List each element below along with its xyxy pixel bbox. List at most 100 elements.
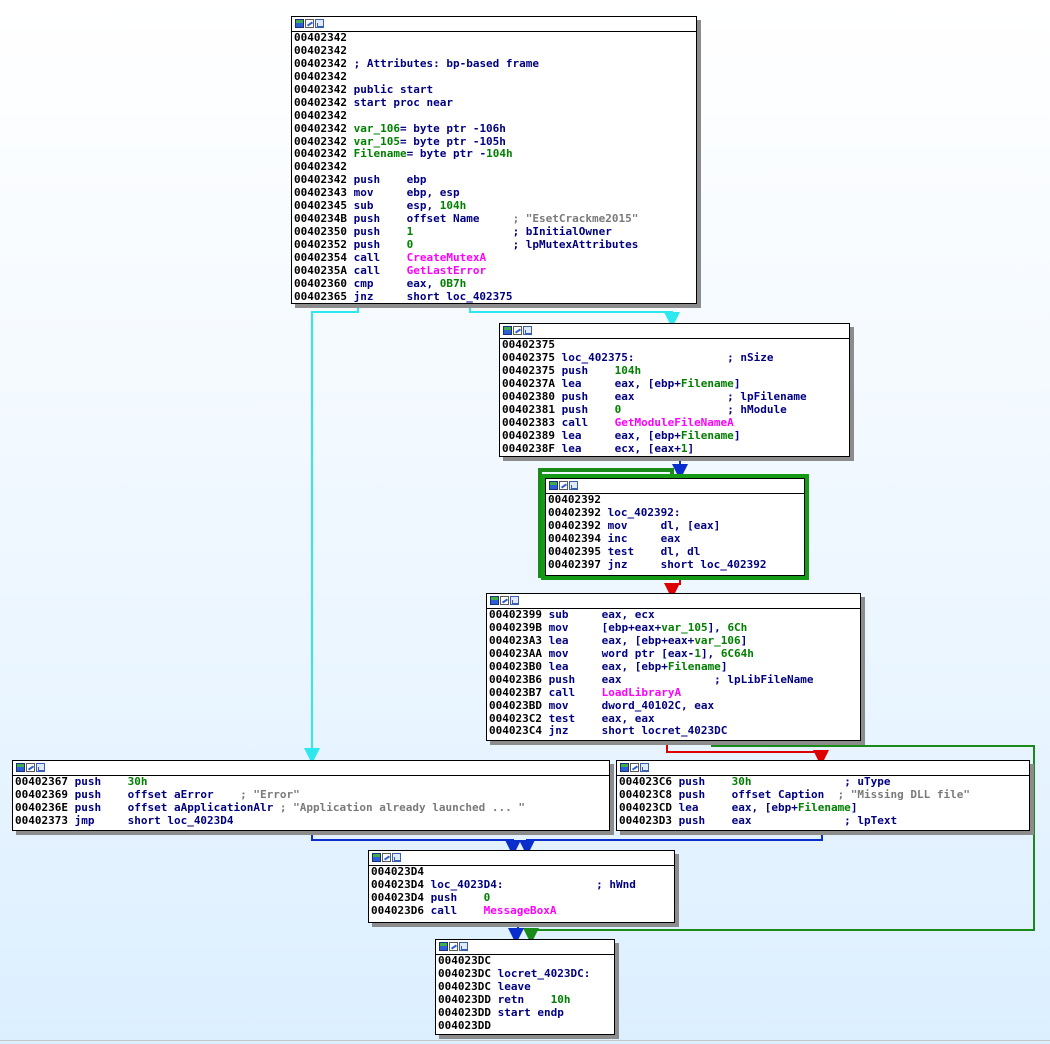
edit-node-icon[interactable]	[500, 596, 509, 605]
graph-overview-icon[interactable]	[372, 853, 381, 862]
asm-address[interactable]: 004023DD	[438, 993, 491, 1006]
asm-address[interactable]: 004023D4	[371, 891, 424, 904]
asm-address[interactable]: 00402342	[294, 147, 347, 160]
graph-overview-icon[interactable]	[295, 19, 304, 28]
asm-line[interactable]: 00402365 jnz short loc_402375	[294, 290, 696, 304]
asm-line[interactable]: 00402342 start proc near	[294, 96, 696, 110]
asm-address[interactable]: 004023D4	[371, 878, 424, 891]
graph-overview-icon[interactable]	[490, 596, 499, 605]
asm-line[interactable]: 004023C4 jnz short locret_4023DC	[489, 724, 860, 738]
graph-node-loc-4023D4[interactable]: 004023D4 004023D4 loc_4023D4: ; hWnd 00402…	[368, 850, 675, 923]
node-image-icon[interactable]	[569, 481, 578, 490]
asm-address[interactable]: 00402350	[294, 225, 347, 238]
asm-address[interactable]: 004023DD	[438, 1006, 491, 1019]
graph-overview-icon[interactable]	[620, 763, 629, 772]
asm-address[interactable]: 004023AA	[489, 647, 542, 660]
asm-address[interactable]: 00402342	[294, 109, 347, 122]
asm-line[interactable]: 00402397 jnz short loc_402392	[548, 558, 804, 572]
asm-address[interactable]: 00402397	[548, 558, 601, 571]
asm-address[interactable]: 004023B6	[489, 673, 542, 686]
asm-address[interactable]: 00402352	[294, 238, 347, 251]
node-titlebar[interactable]	[369, 851, 674, 866]
asm-address[interactable]: 00402367	[15, 776, 68, 788]
asm-address[interactable]: 004023BD	[489, 699, 542, 712]
asm-address[interactable]: 00402383	[502, 416, 555, 429]
asm-address[interactable]: 00402360	[294, 277, 347, 290]
asm-address[interactable]: 004023A3	[489, 634, 542, 647]
node-image-icon[interactable]	[315, 19, 324, 28]
asm-address[interactable]: 004023CD	[619, 801, 672, 814]
node-titlebar[interactable]	[13, 761, 609, 776]
node-image-icon[interactable]	[640, 763, 649, 772]
asm-line[interactable]: 00402373 jmp short loc_4023D4	[15, 814, 609, 828]
asm-address[interactable]: 00402389	[502, 429, 555, 442]
edit-node-icon[interactable]	[382, 853, 391, 862]
asm-address[interactable]: 00402380	[502, 390, 555, 403]
node-titlebar[interactable]	[487, 594, 860, 609]
asm-address[interactable]: 00402342	[294, 57, 347, 70]
graph-node-locret-4023DC[interactable]: 004023DC 004023DC locret_4023DC: 004023DC …	[435, 939, 615, 1035]
asm-address[interactable]: 004023C4	[489, 724, 542, 737]
node-titlebar[interactable]	[436, 940, 614, 955]
asm-address[interactable]: 00402394	[548, 532, 601, 545]
asm-address[interactable]: 004023C2	[489, 712, 542, 725]
asm-address[interactable]: 00402392	[548, 519, 601, 532]
asm-address[interactable]: 0040236E	[15, 801, 68, 814]
asm-address[interactable]: 0040234B	[294, 212, 347, 225]
asm-address[interactable]: 00402373	[15, 814, 68, 827]
graph-canvas[interactable]: 00402342 00402342 00402342 ; Attributes: b…	[0, 0, 1050, 1044]
graph-overview-icon[interactable]	[439, 942, 448, 951]
graph-overview-icon[interactable]	[503, 326, 512, 335]
asm-address[interactable]: 004023D3	[619, 814, 672, 827]
edit-node-icon[interactable]	[449, 942, 458, 951]
asm-address[interactable]: 0040238F	[502, 442, 555, 455]
asm-address[interactable]: 0040237A	[502, 377, 555, 390]
graph-node-loc-402392[interactable]: 00402392 00402392 loc_402392: 00402392 mov…	[541, 474, 809, 580]
asm-line[interactable]: 00402342 ; Attributes: bp-based frame	[294, 57, 696, 71]
asm-address[interactable]: 00402354	[294, 251, 347, 264]
edit-node-icon[interactable]	[630, 763, 639, 772]
asm-address[interactable]: 004023DD	[438, 1019, 491, 1032]
asm-address[interactable]: 00402365	[294, 290, 347, 303]
node-image-icon[interactable]	[36, 763, 45, 772]
graph-node-402399[interactable]: 00402399 sub eax, ecx 0040239B mov [ebp+e…	[486, 593, 861, 741]
asm-address[interactable]: 004023DC	[438, 980, 491, 993]
asm-address[interactable]: 0040239B	[489, 621, 542, 634]
asm-address[interactable]: 004023B7	[489, 686, 542, 699]
asm-address[interactable]: 00402381	[502, 403, 555, 416]
edit-node-icon[interactable]	[559, 481, 568, 490]
node-image-icon[interactable]	[392, 853, 401, 862]
graph-node-4023C6[interactable]: 004023C6 push 30h ; uType 004023C8 push o…	[616, 760, 1030, 831]
asm-address[interactable]: 00402342	[294, 83, 347, 96]
asm-address[interactable]: 00402375	[502, 351, 555, 364]
asm-address[interactable]: 00402345	[294, 199, 347, 212]
asm-address[interactable]: 004023D6	[371, 904, 424, 917]
edit-node-icon[interactable]	[513, 326, 522, 335]
asm-address[interactable]: 00402342	[294, 70, 347, 83]
asm-line[interactable]: 00402342	[294, 32, 696, 45]
asm-line[interactable]: 004023D3 push eax ; lpText	[619, 814, 1029, 828]
edit-node-icon[interactable]	[26, 763, 35, 772]
asm-address[interactable]: 00402342	[294, 160, 347, 173]
asm-address[interactable]: 00402392	[548, 494, 601, 506]
node-image-icon[interactable]	[510, 596, 519, 605]
edit-node-icon[interactable]	[305, 19, 314, 28]
node-titlebar[interactable]	[617, 761, 1029, 776]
asm-address[interactable]: 004023C8	[619, 788, 672, 801]
node-image-icon[interactable]	[459, 942, 468, 951]
asm-address[interactable]: 00402343	[294, 186, 347, 199]
node-image-icon[interactable]	[523, 326, 532, 335]
asm-address[interactable]: 004023DC	[438, 967, 491, 980]
asm-address[interactable]: 004023D4	[371, 866, 424, 878]
asm-line[interactable]: 004023DD	[438, 1019, 614, 1033]
asm-address[interactable]: 00402392	[548, 506, 601, 519]
graph-overview-icon[interactable]	[16, 763, 25, 772]
node-titlebar[interactable]	[500, 324, 849, 339]
asm-address[interactable]: 004023C6	[619, 776, 672, 788]
asm-address[interactable]: 00402375	[502, 339, 555, 351]
graph-node-loc-402375[interactable]: 00402375 00402375 loc_402375: ; nSize 0040…	[499, 323, 850, 457]
asm-line[interactable]: 0040238F lea ecx, [eax+1]	[502, 442, 849, 456]
asm-address[interactable]: 00402342	[294, 122, 347, 135]
graph-node-start[interactable]: 00402342 00402342 00402342 ; Attributes: b…	[291, 16, 697, 304]
graph-overview-icon[interactable]	[549, 481, 558, 490]
